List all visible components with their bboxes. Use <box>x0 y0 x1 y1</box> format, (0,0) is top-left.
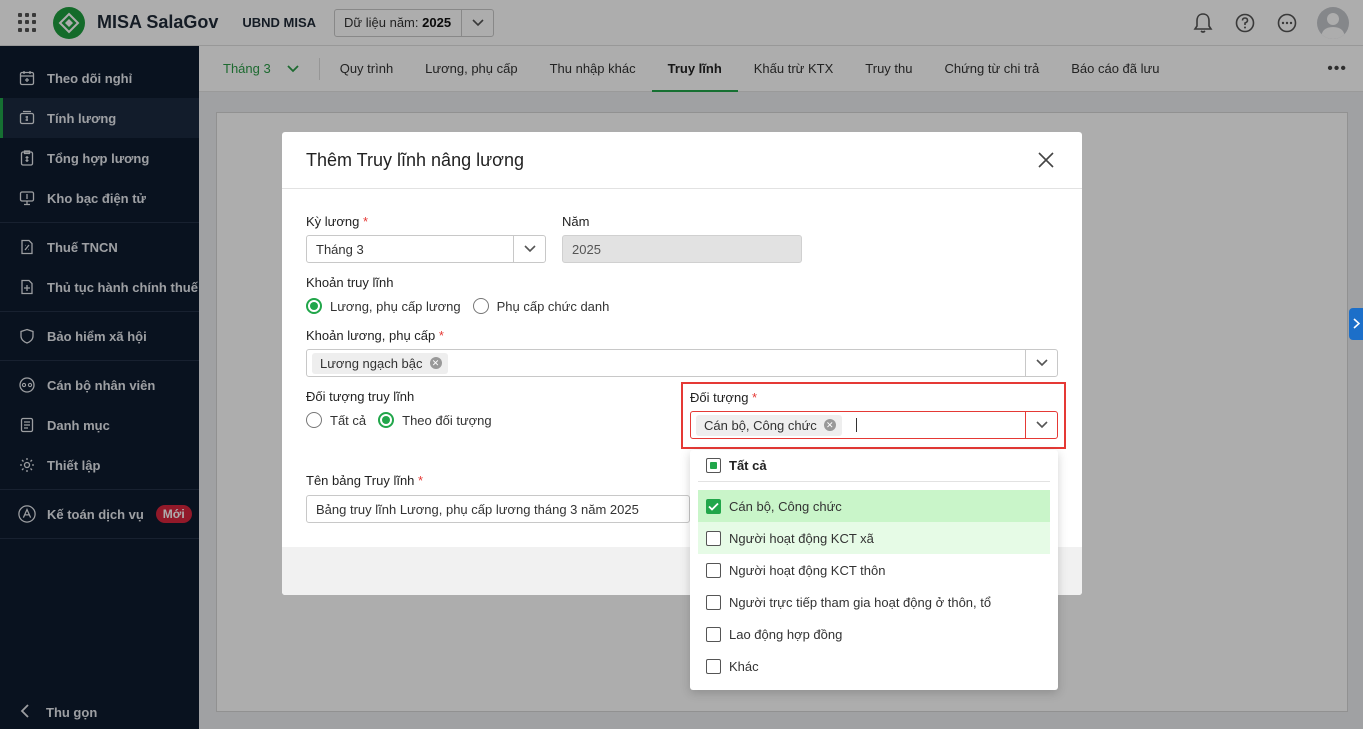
modal-backdrop <box>0 0 1363 46</box>
radio-theo-doi-tuong[interactable] <box>378 412 395 428</box>
khoan-truy-linh-radio-group: Lương, phụ cấp lương Phụ cấp chức danh <box>306 298 621 314</box>
modal-backdrop <box>199 46 1363 92</box>
option-khac[interactable]: Khác <box>698 650 1050 682</box>
khoan-luong-label: Khoản lương, phụ cấp * <box>306 328 444 343</box>
doi-tuong-dropdown: Tất cả Cán bộ, Công chức Người hoạt động… <box>690 450 1058 690</box>
radio-phu-cap-chuc-danh[interactable] <box>472 298 489 314</box>
chevron-right-icon <box>1352 317 1360 332</box>
checkbox-select-all[interactable] <box>706 458 721 473</box>
chevron-down-icon[interactable] <box>1025 350 1057 376</box>
option-nguoi-hoat-dong-kct-thon[interactable]: Người hoạt động KCT thôn <box>698 554 1050 586</box>
option-label: Người hoạt động KCT thôn <box>729 562 886 578</box>
option-label: Cán bộ, Công chức <box>729 498 842 514</box>
radio-tat-ca[interactable] <box>306 412 322 428</box>
radio-label: Theo đối tượng <box>402 412 492 428</box>
checkbox[interactable] <box>706 658 721 674</box>
checkbox[interactable] <box>706 530 721 546</box>
modal-backdrop <box>0 46 199 729</box>
doi-tuong-radio-group: Tất cả Theo đối tượng <box>306 412 504 428</box>
nam-input: 2025 <box>562 235 802 263</box>
ten-bang-label: Tên bảng Truy lĩnh * <box>306 473 424 488</box>
option-nguoi-truc-tiep-tham-gia[interactable]: Người trực tiếp tham gia hoạt động ở thô… <box>698 586 1050 618</box>
tag-label: Lương ngạch bậc <box>320 355 423 371</box>
modal-title: Thêm Truy lĩnh nâng lương <box>282 132 1082 189</box>
option-label: Khác <box>729 658 759 674</box>
option-can-bo-cong-chuc[interactable]: Cán bộ, Công chức <box>698 490 1050 522</box>
chevron-down-icon[interactable] <box>513 236 545 262</box>
option-lao-dong-hop-dong[interactable]: Lao động hợp đồng <box>698 618 1050 650</box>
khoan-truy-linh-label: Khoản truy lĩnh <box>306 275 394 290</box>
ten-bang-input[interactable]: Bảng truy lĩnh Lương, phụ cấp lương thán… <box>306 495 690 523</box>
annotation-highlight-box <box>681 382 1066 449</box>
radio-luong-phu-cap-luong[interactable] <box>306 298 322 314</box>
remove-tag-icon[interactable]: ✕ <box>429 357 442 369</box>
ky-luong-value: Tháng 3 <box>316 241 364 257</box>
ky-luong-select[interactable]: Tháng 3 <box>306 235 546 263</box>
checkbox[interactable] <box>706 594 721 610</box>
expand-panel-handle[interactable] <box>1349 308 1363 340</box>
option-select-all[interactable]: Tất cả <box>698 450 1050 482</box>
doi-tuong-truy-linh-label: Đối tượng truy lĩnh <box>306 389 415 404</box>
nam-label: Năm <box>562 214 590 229</box>
option-label: Người hoạt động KCT xã <box>729 530 874 546</box>
checkbox[interactable] <box>706 626 721 642</box>
option-nguoi-hoat-dong-kct-xa[interactable]: Người hoạt động KCT xã <box>698 522 1050 554</box>
khoan-luong-select[interactable]: Lương ngạch bậc ✕ <box>306 349 1058 377</box>
radio-label: Tất cả <box>330 412 367 428</box>
close-icon[interactable] <box>1036 150 1056 170</box>
option-label: Lao động hợp đồng <box>729 626 843 642</box>
checkbox-checked[interactable] <box>706 498 721 514</box>
radio-label: Lương, phụ cấp lương <box>330 298 461 314</box>
ky-luong-label: Kỳ lương * <box>306 214 369 229</box>
checkbox[interactable] <box>706 562 721 578</box>
option-label: Người trực tiếp tham gia hoạt động ở thô… <box>729 594 992 610</box>
option-label: Tất cả <box>729 458 767 473</box>
radio-label: Phụ cấp chức danh <box>496 298 610 314</box>
tag-chip: Lương ngạch bậc ✕ <box>312 352 448 374</box>
